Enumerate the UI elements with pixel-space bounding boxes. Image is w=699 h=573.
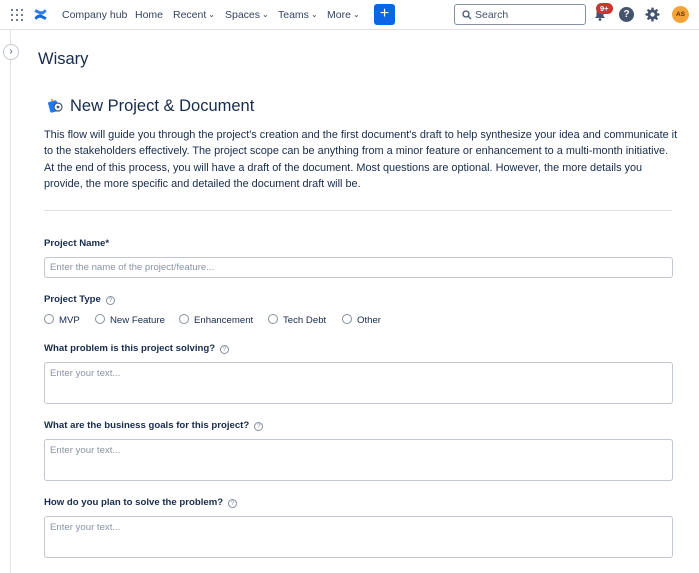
project-document-icon: [48, 98, 63, 113]
radio-tech-debt-label: Tech Debt: [283, 315, 327, 326]
nav-teams[interactable]: Teams ⌄: [278, 9, 318, 21]
radio-other-label: Other: [357, 315, 381, 326]
chevron-right-icon: ›: [9, 46, 13, 57]
chevron-down-icon: ⌄: [262, 10, 269, 19]
divider: [44, 210, 672, 211]
business-goals-label: What are the business goals for this pro…: [44, 420, 264, 431]
expand-sidebar-button[interactable]: ›: [3, 44, 19, 60]
radio-mvp[interactable]: MVP: [44, 314, 80, 326]
radio-mvp-label: MVP: [59, 315, 80, 326]
nav-more-label: More: [327, 9, 351, 21]
problem-label: What problem is this project solving??: [44, 343, 230, 354]
solution-textarea[interactable]: [44, 516, 673, 558]
problem-textarea[interactable]: [44, 362, 673, 404]
nav-teams-label: Teams: [278, 9, 309, 21]
search-placeholder: Search: [475, 9, 509, 21]
form-heading: New Project & Document: [70, 97, 255, 115]
problem-label-text: What problem is this project solving?: [44, 343, 216, 354]
help-icon[interactable]: ?: [254, 422, 264, 431]
user-avatar[interactable]: AS: [672, 6, 689, 23]
solution-label: How do you plan to solve the problem??: [44, 497, 238, 508]
radio-other[interactable]: Other: [342, 314, 381, 326]
radio-new-feature[interactable]: New Feature: [95, 314, 165, 326]
project-type-label: Project Type?: [44, 294, 115, 305]
radio-new-feature-label: New Feature: [110, 315, 165, 326]
radio-enhancement[interactable]: Enhancement: [179, 314, 253, 326]
left-sidebar-rail: [0, 30, 11, 573]
nav-recent-label: Recent: [173, 9, 207, 21]
business-goals-textarea[interactable]: [44, 439, 673, 481]
help-icon[interactable]: ?: [619, 7, 634, 22]
project-type-label-text: Project Type: [44, 294, 101, 305]
page-title: Wisary: [38, 50, 89, 68]
chevron-down-icon: ⌄: [208, 10, 215, 19]
radio-circle: [268, 314, 278, 324]
confluence-logo-icon[interactable]: [33, 7, 48, 22]
chevron-down-icon: ⌄: [310, 10, 318, 19]
notification-count-badge: 9+: [596, 3, 613, 14]
nav-spaces-label: Spaces: [225, 9, 261, 21]
radio-enhancement-label: Enhancement: [194, 315, 254, 326]
nav-spaces[interactable]: Spaces ⌄: [225, 9, 269, 21]
business-goals-label-text: What are the business goals for this pro…: [44, 420, 250, 431]
nav-home-label: Home: [135, 9, 164, 21]
nav-recent[interactable]: Recent ⌄: [173, 9, 215, 21]
radio-circle: [342, 314, 352, 324]
solution-label-text: How do you plan to solve the problem?: [44, 497, 224, 508]
radio-circle: [44, 314, 54, 324]
project-name-input[interactable]: [44, 257, 673, 278]
radio-tech-debt[interactable]: Tech Debt: [268, 314, 326, 326]
create-button[interactable]: +: [374, 4, 395, 25]
search-icon: [462, 10, 472, 20]
company-hub-link[interactable]: Company hub: [62, 9, 127, 21]
chevron-down-icon: ⌄: [352, 10, 360, 19]
help-icon[interactable]: ?: [220, 345, 230, 354]
help-icon[interactable]: ?: [228, 499, 238, 508]
intro-paragraph: This flow will guide you through the pro…: [44, 129, 678, 190]
radio-circle: [95, 314, 105, 324]
top-navigation: Company hub Home Recent ⌄ Spaces ⌄ Teams ⌄ …: [0, 0, 699, 30]
nav-home[interactable]: Home: [135, 9, 163, 21]
project-name-label: Project Name*: [44, 238, 110, 249]
search-input[interactable]: Search: [454, 4, 586, 25]
radio-circle: [179, 314, 189, 324]
gear-icon[interactable]: [645, 7, 660, 22]
app-switcher-icon[interactable]: [11, 9, 23, 21]
nav-more[interactable]: More ⌄: [327, 9, 360, 21]
help-icon[interactable]: ?: [105, 296, 115, 305]
